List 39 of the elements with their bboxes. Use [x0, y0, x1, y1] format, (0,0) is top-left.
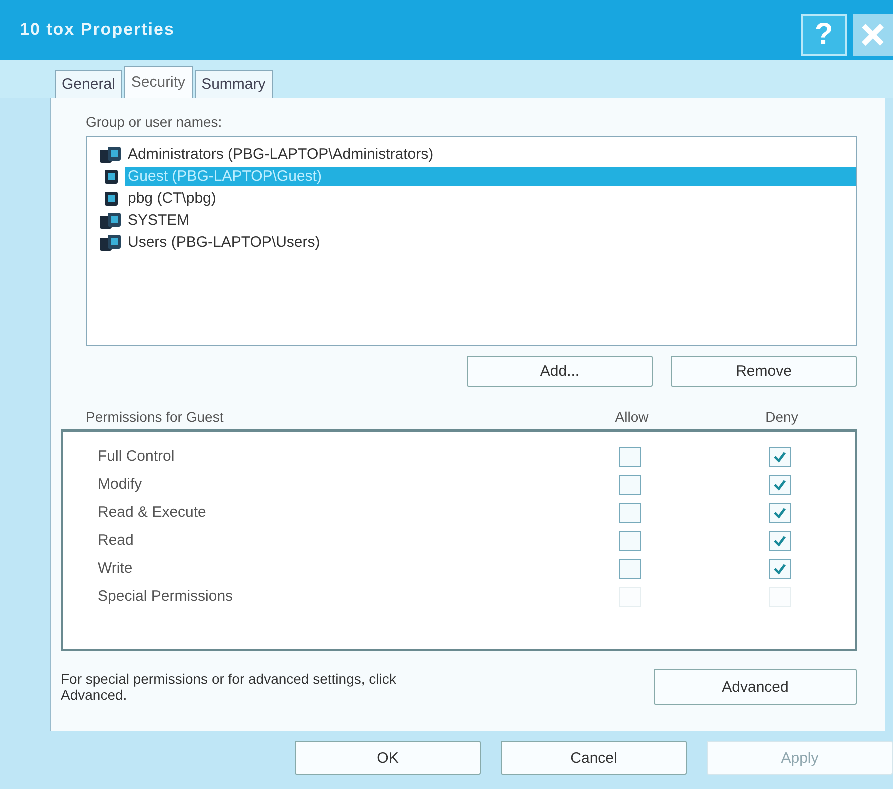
- permission-name: Special Permissions: [98, 588, 234, 605]
- list-label: Group or user names:: [86, 114, 224, 130]
- checkbox[interactable]: [619, 558, 641, 578]
- dialog-button[interactable]: Cancel: [501, 741, 687, 775]
- list-item[interactable]: Users (PBG-LAPTOP\Users): [125, 233, 324, 252]
- list-item[interactable]: Administrators (PBG-LAPTOP\Administrators): [125, 145, 437, 164]
- permission-name: Full Control: [98, 448, 176, 465]
- tab[interactable]: Summary: [194, 70, 273, 98]
- advanced-note: For special permissions or for advanced settings, click Advanced.: [61, 671, 398, 703]
- dialog-button[interactable]: Remove: [671, 356, 857, 387]
- dialog-button[interactable]: OK: [295, 741, 481, 775]
- checkbox[interactable]: [769, 446, 791, 466]
- checkbox[interactable]: [769, 502, 791, 522]
- group-icon: [99, 234, 123, 252]
- permission-name: Modify: [98, 476, 144, 493]
- checkbox[interactable]: [769, 530, 791, 550]
- window-title: 10 tox Properties: [20, 20, 175, 40]
- group-icon: [99, 146, 123, 164]
- list-item[interactable]: pbg (CT\pbg): [125, 189, 220, 208]
- permission-name: Read & Execute: [98, 504, 208, 521]
- group-icon: [99, 212, 123, 230]
- permission-name: Read: [98, 532, 135, 549]
- tab[interactable]: General: [55, 70, 122, 98]
- permissions-label: Permissions for Guest: [86, 409, 225, 425]
- close-icon: [860, 22, 886, 48]
- checkbox[interactable]: [769, 558, 791, 578]
- checkbox[interactable]: [619, 474, 641, 494]
- advanced-button[interactable]: Advanced: [654, 669, 857, 705]
- list-item[interactable]: SYSTEM: [125, 211, 193, 230]
- checkbox[interactable]: [619, 502, 641, 522]
- permission-name: Write: [98, 560, 134, 577]
- column-header: Deny: [764, 409, 800, 425]
- checkbox[interactable]: [769, 474, 791, 494]
- checkbox[interactable]: [619, 530, 641, 550]
- dialog-button[interactable]: Add...: [467, 356, 653, 387]
- tab[interactable]: Security: [124, 66, 193, 98]
- checkbox[interactable]: [619, 446, 641, 466]
- close-button[interactable]: [853, 14, 893, 56]
- column-header: Allow: [614, 409, 650, 425]
